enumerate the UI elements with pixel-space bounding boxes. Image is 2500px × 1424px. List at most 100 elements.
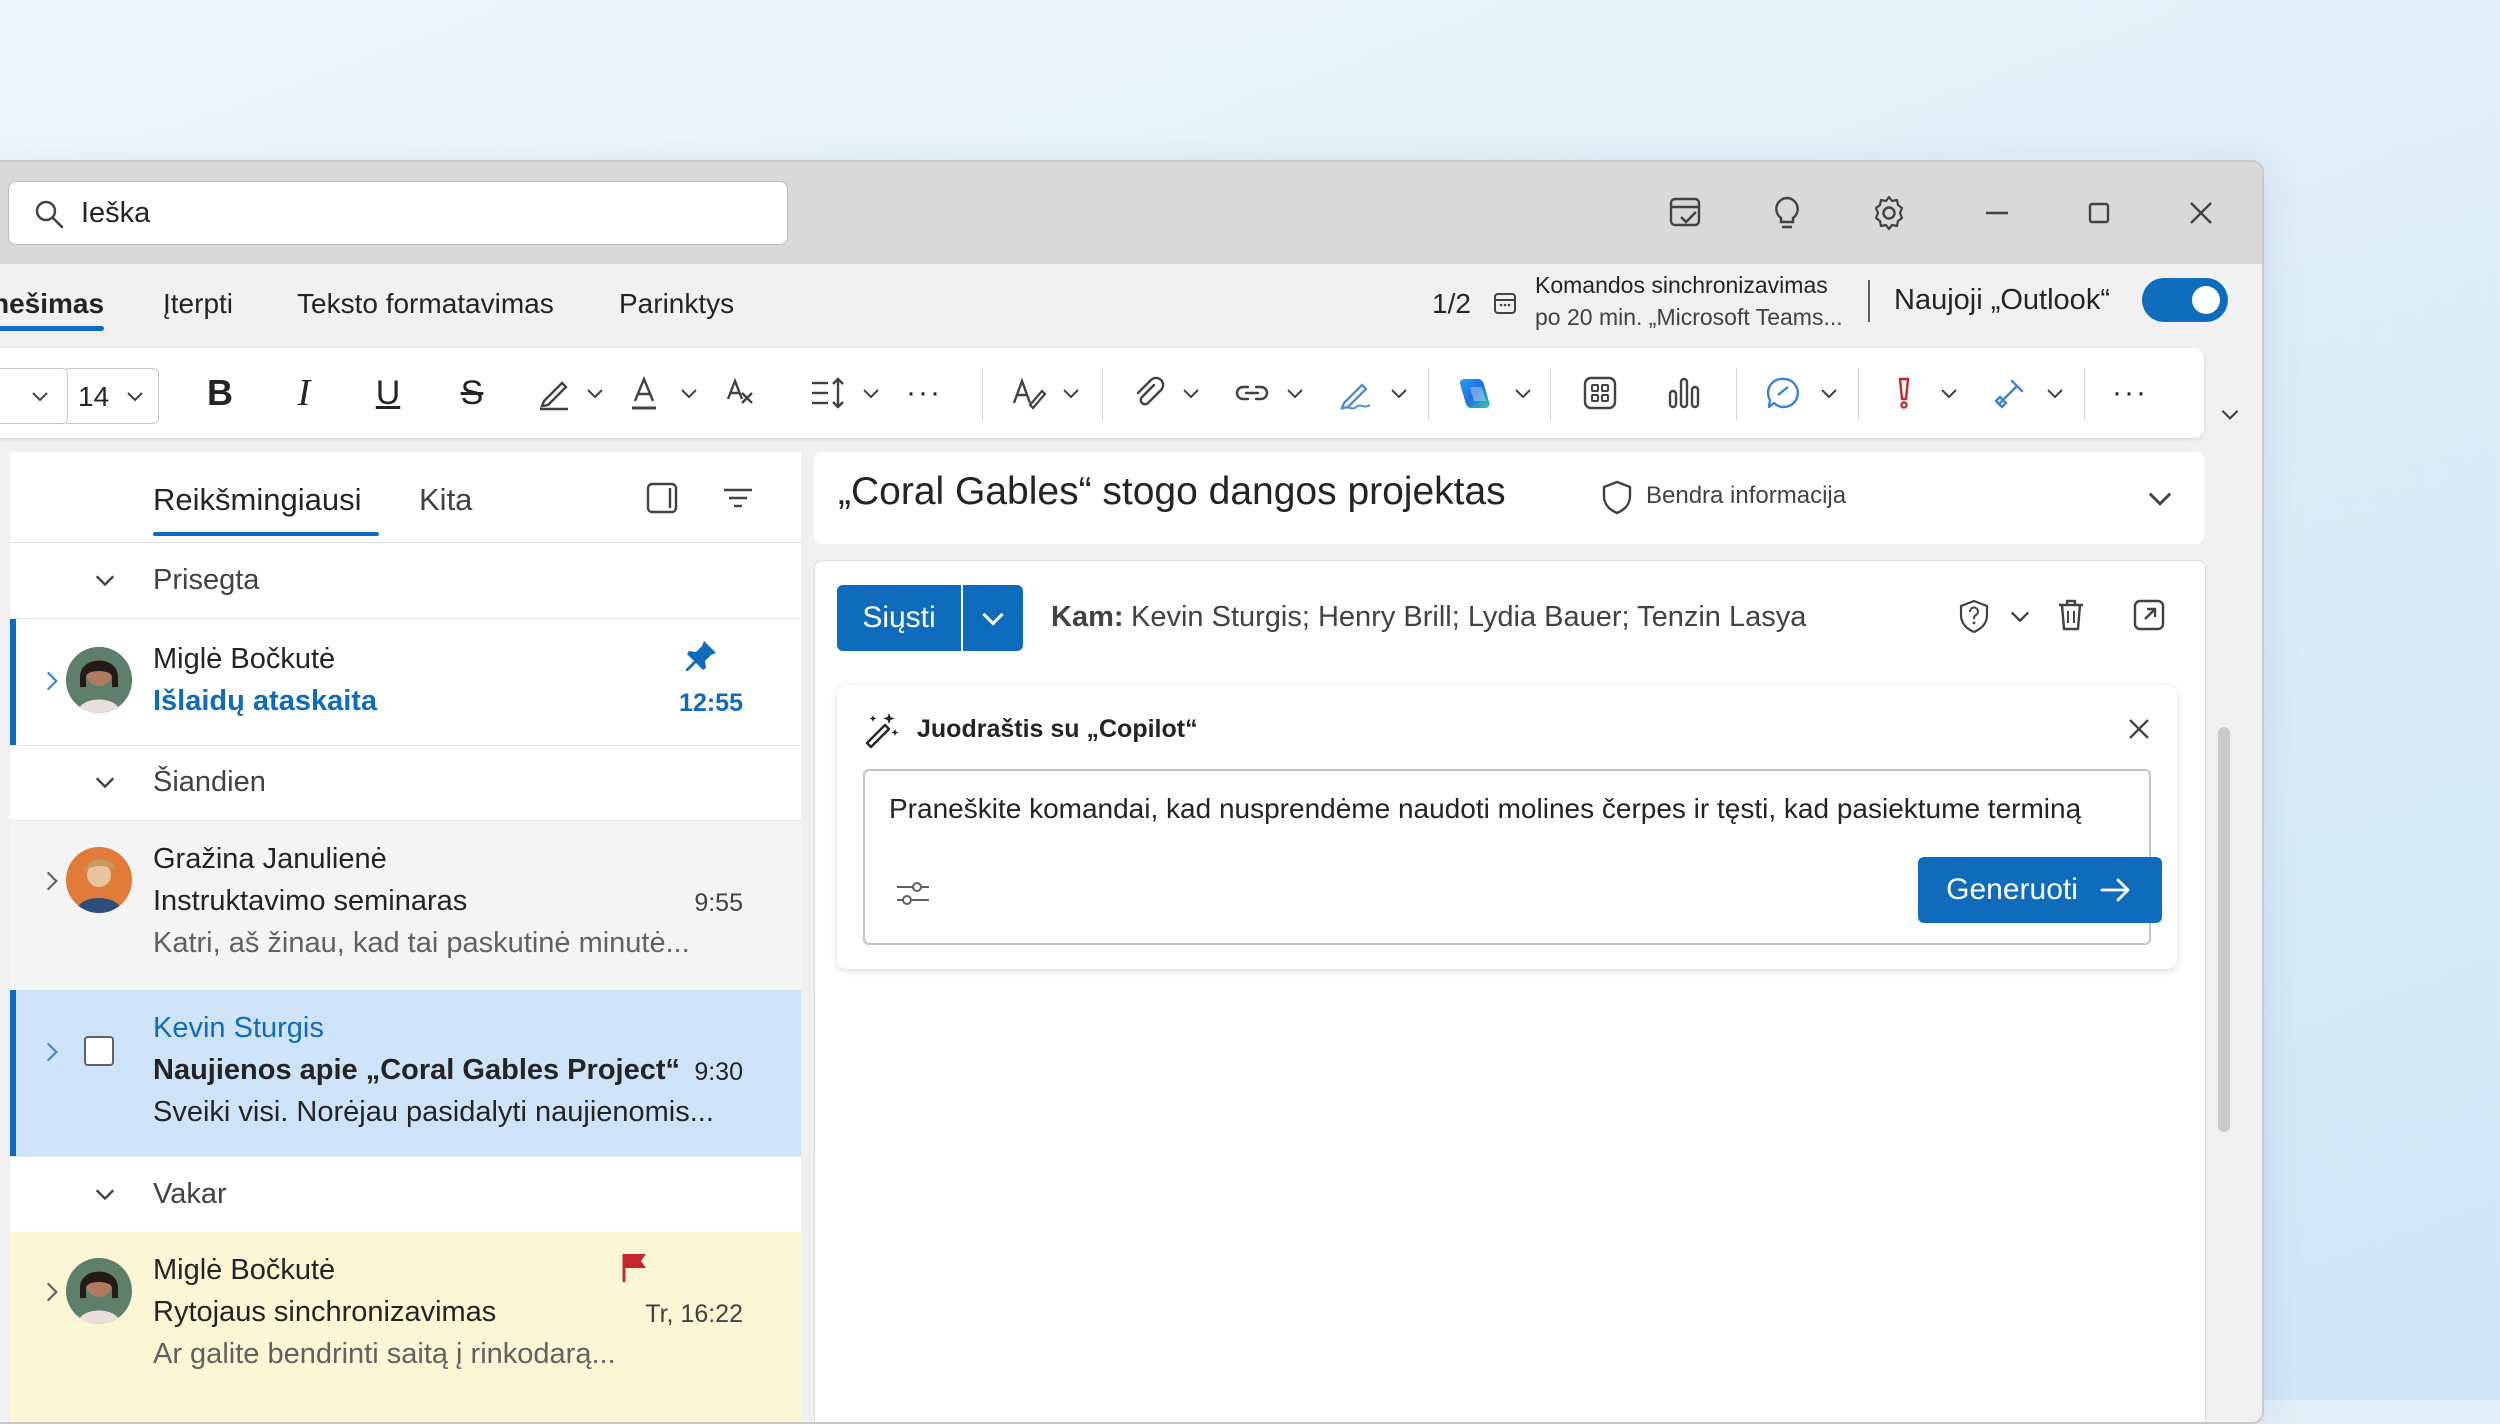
expand-ribbon-icon[interactable]: [2218, 402, 2242, 426]
chart-icon[interactable]: [1658, 348, 1710, 438]
section-yesterday[interactable]: Vakar: [10, 1156, 801, 1232]
chevron-down-icon[interactable]: [2144, 482, 2176, 514]
arrow-right-icon: [2100, 878, 2130, 902]
font-size-dropdown[interactable]: 14: [66, 368, 159, 424]
copilot-title: Juodraštis su „Copilot“: [917, 715, 1198, 743]
list-item-flagged[interactable]: Miglė Bočkutė Rytojaus sinchronizavimas …: [10, 1232, 801, 1422]
time: 9:30: [694, 1058, 743, 1086]
shield-icon[interactable]: [1598, 478, 1636, 516]
chevron-down-icon[interactable]: [584, 348, 606, 438]
select-mode-icon[interactable]: [642, 478, 682, 518]
copilot-icon[interactable]: [1450, 348, 1502, 438]
importance-high-icon[interactable]: [1878, 348, 1930, 438]
email-subject: „Coral Gables“ stogo dangos projektas: [838, 470, 1506, 513]
minimize-icon[interactable]: [1972, 188, 2022, 238]
italic-icon[interactable]: I: [278, 348, 330, 438]
tab-message[interactable]: nešimas: [0, 288, 104, 320]
inbox-tabs: Reikšmingiausi Kita: [10, 452, 801, 543]
list-item[interactable]: Gražina Janulienė Instruktavimo seminara…: [10, 820, 801, 992]
scrollbar[interactable]: [2218, 727, 2230, 1132]
pop-out-icon[interactable]: [2129, 595, 2169, 635]
chevron-right-icon[interactable]: [40, 1038, 64, 1066]
apps-icon[interactable]: [1574, 348, 1626, 438]
section-today[interactable]: Šiandien: [10, 744, 801, 820]
search-box[interactable]: Ieška: [8, 181, 788, 245]
font-color-icon[interactable]: [618, 348, 670, 438]
close-icon[interactable]: [2121, 711, 2157, 747]
pin-icon[interactable]: [682, 637, 720, 675]
sender-name: Miglė Bočkutė: [153, 643, 336, 675]
section-label: Šiandien: [153, 766, 266, 798]
avatar: [66, 647, 132, 713]
flag-icon[interactable]: [618, 1250, 652, 1284]
tab-format-text[interactable]: Teksto formatavimas: [297, 288, 554, 320]
tab-focused[interactable]: Reikšmingiausi: [153, 482, 361, 518]
attach-icon[interactable]: [1122, 348, 1174, 438]
chevron-down-icon[interactable]: [1512, 348, 1534, 438]
chevron-down-icon[interactable]: [1938, 348, 1960, 438]
chevron-down-icon[interactable]: [1388, 348, 1410, 438]
filter-icon[interactable]: [718, 478, 758, 518]
send-options-button[interactable]: [963, 585, 1023, 651]
chevron-down-icon: [127, 392, 143, 402]
new-outlook-toggle[interactable]: [2142, 278, 2228, 322]
focused-tab-indicator: [153, 532, 379, 536]
generate-button[interactable]: Generuoti: [1918, 857, 2162, 923]
todo-icon[interactable]: [1660, 188, 1710, 238]
sensitivity-label[interactable]: Bendra informacija: [1646, 482, 1846, 510]
styles-icon[interactable]: [1002, 348, 1054, 438]
tab-other[interactable]: Kita: [419, 482, 472, 518]
sync-detail[interactable]: po 20 min. „Microsoft Teams...: [1535, 304, 1843, 331]
copilot-prompt-input[interactable]: Praneškite komandai, kad nusprendėme nau…: [889, 793, 2081, 825]
chevron-down-icon[interactable]: [1818, 348, 1840, 438]
tab-options[interactable]: Parinktys: [619, 288, 734, 320]
chevron-right-icon[interactable]: [40, 667, 64, 695]
chevron-down-icon[interactable]: [2007, 603, 2033, 629]
copilot-prompt-box[interactable]: Praneškite komandai, kad nusprendėme nau…: [863, 769, 2162, 945]
sync-counter: 1/2: [1432, 288, 1471, 319]
chat-icon[interactable]: [1758, 348, 1810, 438]
list-item[interactable]: Miglė Bočkutė Išlaidų ataskaita 12:55: [10, 618, 801, 746]
link-icon[interactable]: [1226, 348, 1278, 438]
chevron-down-icon[interactable]: [1060, 348, 1082, 438]
highlight-icon[interactable]: [528, 348, 580, 438]
section-label: Prisegta: [153, 564, 260, 596]
chevron-down-icon[interactable]: [860, 348, 882, 438]
tab-insert[interactable]: Įterpti: [163, 288, 233, 320]
line-spacing-icon[interactable]: [802, 348, 854, 438]
lightbulb-icon[interactable]: [1762, 188, 1812, 238]
font-family-dropdown[interactable]: [0, 368, 68, 424]
clear-formatting-icon[interactable]: [714, 348, 766, 438]
chevron-down-icon[interactable]: [2044, 348, 2066, 438]
select-checkbox[interactable]: [84, 1036, 114, 1066]
section-pinned[interactable]: Prisegta: [10, 542, 801, 618]
more-formatting-icon[interactable]: ···: [898, 348, 950, 438]
more-options-icon[interactable]: ···: [2104, 348, 2156, 438]
strikethrough-icon[interactable]: S: [446, 348, 498, 438]
search-input[interactable]: Ieška: [81, 197, 150, 230]
adjust-settings-icon[interactable]: [893, 873, 933, 913]
signature-icon[interactable]: [1330, 348, 1382, 438]
close-icon[interactable]: [2176, 188, 2226, 238]
chevron-down-icon[interactable]: [1284, 348, 1306, 438]
list-item-selected[interactable]: Kevin Sturgis Naujienos apie „Coral Gabl…: [10, 990, 801, 1157]
maximize-icon[interactable]: [2074, 188, 2124, 238]
sync-title[interactable]: Komandos sinchronizavimas: [1535, 272, 1828, 299]
ribbon-toolbar: 14 B I U S ··· ···: [0, 348, 2204, 438]
gear-icon[interactable]: [1864, 188, 1914, 238]
title-bar: Ieška: [0, 162, 2262, 264]
chevron-down-icon[interactable]: [1180, 348, 1202, 438]
sender-name: Gražina Janulienė: [153, 843, 387, 875]
trash-icon[interactable]: [2051, 595, 2091, 635]
underline-icon[interactable]: U: [362, 348, 414, 438]
send-button[interactable]: Siųsti: [837, 585, 961, 651]
separator: [1858, 368, 1859, 420]
recipients-field[interactable]: Kevin Sturgis; Henry Brill; Lydia Bauer;…: [1131, 601, 1806, 634]
chevron-right-icon[interactable]: [40, 1278, 64, 1306]
chevron-down-icon[interactable]: [678, 348, 700, 438]
chevron-right-icon[interactable]: [40, 867, 64, 895]
protect-icon[interactable]: [1955, 597, 1993, 635]
bold-icon[interactable]: B: [194, 348, 246, 438]
selected-indicator: [10, 990, 16, 1156]
sensitivity-icon[interactable]: [1984, 348, 2036, 438]
